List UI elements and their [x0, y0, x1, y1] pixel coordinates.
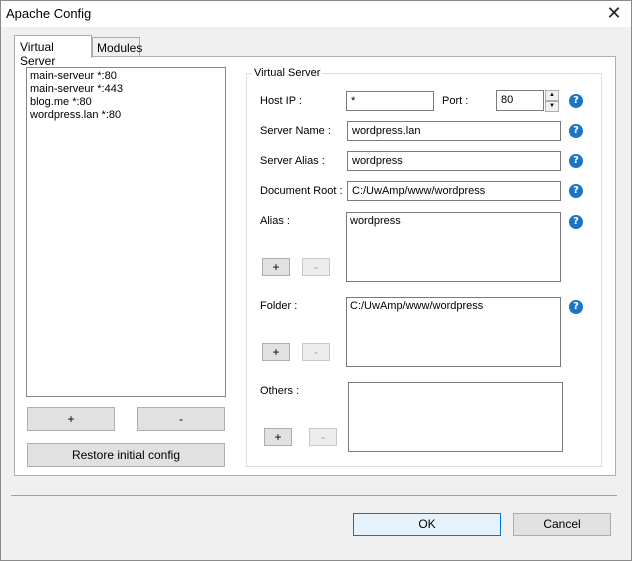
- alias-label: Alias :: [260, 215, 290, 227]
- ok-button[interactable]: OK: [353, 513, 501, 536]
- add-alias-button[interactable]: +: [262, 258, 290, 276]
- add-others-button[interactable]: +: [264, 428, 292, 446]
- virtual-server-list[interactable]: main-serveur *:80 main-serveur *:443 blo…: [26, 67, 226, 397]
- tab-modules-label: Modules: [97, 41, 143, 55]
- window-title: Apache Config: [6, 6, 92, 21]
- host-ip-field[interactable]: *: [346, 91, 434, 111]
- spin-up-icon[interactable]: ▲: [545, 90, 559, 101]
- tab-modules[interactable]: Modules: [92, 37, 143, 57]
- server-name-field[interactable]: wordpress.lan: [347, 121, 561, 141]
- list-item[interactable]: main-serveur *:443: [30, 83, 123, 95]
- port-label: Port :: [442, 95, 469, 107]
- restore-initial-config-button[interactable]: Restore initial config: [27, 443, 225, 467]
- tab-virtual-server[interactable]: Virtual Server: [14, 35, 92, 68]
- host-ip-label: Host IP :: [260, 95, 302, 107]
- remove-alias-button[interactable]: -: [302, 258, 330, 276]
- cancel-button[interactable]: Cancel: [513, 513, 611, 536]
- alias-textarea[interactable]: wordpress: [346, 212, 561, 282]
- remove-folder-button[interactable]: -: [302, 343, 330, 361]
- list-item[interactable]: wordpress.lan *:80: [30, 109, 121, 121]
- remove-others-button[interactable]: -: [309, 428, 337, 446]
- document-root-field[interactable]: C:/UwAmp/www/wordpress: [347, 181, 561, 201]
- server-alias-field[interactable]: wordpress: [347, 151, 561, 171]
- remove-server-button[interactable]: -: [137, 407, 225, 431]
- help-icon[interactable]: ?: [569, 184, 583, 198]
- others-textarea[interactable]: [348, 382, 563, 452]
- help-icon[interactable]: ?: [569, 124, 583, 138]
- document-root-label: Document Root :: [260, 185, 343, 197]
- add-folder-button[interactable]: +: [262, 343, 290, 361]
- server-alias-label: Server Alias :: [260, 155, 325, 167]
- title-bar: Apache Config ✕: [1, 1, 631, 27]
- help-icon[interactable]: ?: [569, 300, 583, 314]
- folder-textarea[interactable]: C:/UwAmp/www/wordpress: [346, 297, 561, 367]
- help-icon[interactable]: ?: [569, 154, 583, 168]
- tab-virtual-server-label: Virtual Server: [20, 40, 56, 68]
- port-spinner[interactable]: ▲ ▼: [545, 90, 559, 112]
- list-item[interactable]: blog.me *:80: [30, 96, 92, 108]
- add-server-button[interactable]: +: [27, 407, 115, 431]
- server-name-label: Server Name :: [260, 125, 331, 137]
- virtual-server-group-legend: Virtual Server: [252, 67, 323, 79]
- others-label: Others :: [260, 385, 300, 397]
- help-icon[interactable]: ?: [569, 215, 583, 229]
- help-icon[interactable]: ?: [569, 94, 583, 108]
- list-item[interactable]: main-serveur *:80: [30, 70, 117, 82]
- folder-label: Folder :: [260, 300, 298, 312]
- port-field[interactable]: 80: [496, 90, 544, 111]
- close-icon[interactable]: ✕: [603, 2, 625, 24]
- spin-down-icon[interactable]: ▼: [545, 101, 559, 112]
- footer-separator: [11, 495, 617, 496]
